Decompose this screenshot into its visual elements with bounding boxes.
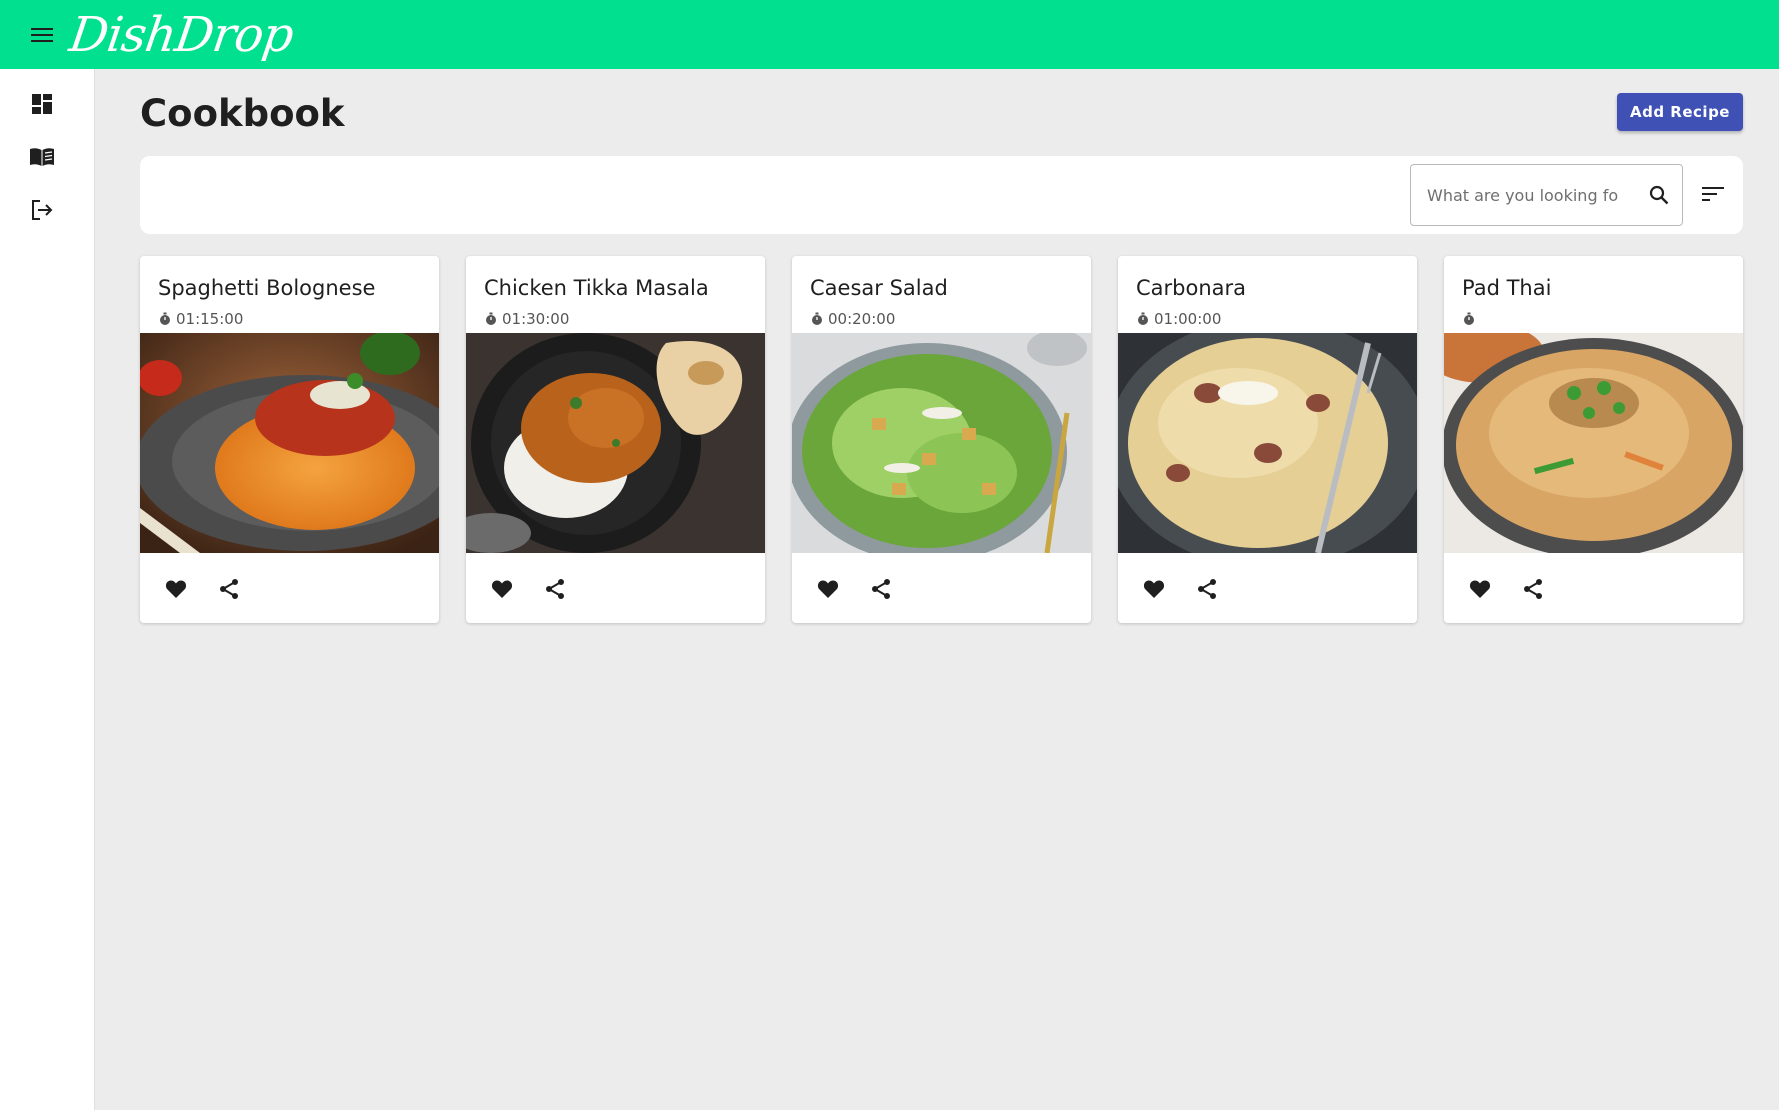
recipe-time-value: 01:15:00 xyxy=(176,310,244,328)
recipe-title: Chicken Tikka Masala xyxy=(484,276,709,300)
recipe-image[interactable] xyxy=(1444,333,1743,553)
recipe-title: Carbonara xyxy=(1136,276,1247,300)
recipe-time-value: 01:30:00 xyxy=(502,310,570,328)
carbonara-photo xyxy=(1118,333,1417,553)
dashboard-icon xyxy=(32,94,52,114)
app-logo[interactable]: DishDrop xyxy=(66,7,296,63)
recipe-title: Caesar Salad xyxy=(810,276,948,300)
filter-bar xyxy=(140,156,1743,234)
heart-icon xyxy=(1143,580,1165,598)
search-icon xyxy=(1649,185,1669,205)
search-input[interactable] xyxy=(1427,185,1635,205)
page-title: Cookbook xyxy=(140,92,345,135)
menu-icon xyxy=(31,27,53,42)
share-button[interactable] xyxy=(1189,571,1225,607)
share-icon xyxy=(220,579,238,599)
favorite-button[interactable] xyxy=(484,571,520,607)
share-button[interactable] xyxy=(1515,571,1551,607)
share-button[interactable] xyxy=(863,571,899,607)
card-actions xyxy=(810,571,916,607)
timer-icon xyxy=(1136,312,1150,326)
recipe-title: Pad Thai xyxy=(1462,276,1552,300)
card-actions xyxy=(158,571,264,607)
logout-icon xyxy=(32,200,53,220)
timer-icon xyxy=(484,312,498,326)
spaghetti-bolognese-photo xyxy=(140,333,439,553)
sidebar-item-logout[interactable] xyxy=(22,190,62,230)
add-recipe-button[interactable]: Add Recipe xyxy=(1617,93,1743,131)
recipe-time: 00:20:00 xyxy=(810,310,895,328)
share-button[interactable] xyxy=(211,571,247,607)
share-icon xyxy=(1524,579,1542,599)
recipe-card[interactable]: Spaghetti Bolognese 01:15:00 xyxy=(140,256,439,623)
cookbook-icon xyxy=(30,148,54,166)
card-actions xyxy=(1136,571,1242,607)
heart-icon xyxy=(1469,580,1491,598)
recipe-time: 01:00:00 xyxy=(1136,310,1221,328)
favorite-button[interactable] xyxy=(158,571,194,607)
chicken-tikka-masala-photo xyxy=(466,333,765,553)
heart-icon xyxy=(817,580,839,598)
recipe-time: 01:30:00 xyxy=(484,310,569,328)
card-actions xyxy=(484,571,590,607)
share-icon xyxy=(872,579,890,599)
recipe-card[interactable]: Pad Thai xyxy=(1444,256,1743,623)
recipe-card[interactable]: Caesar Salad 00:20:00 xyxy=(792,256,1091,623)
sidebar-item-dashboard[interactable] xyxy=(22,84,62,124)
timer-icon xyxy=(810,312,824,326)
share-icon xyxy=(1198,579,1216,599)
recipe-image[interactable] xyxy=(466,333,765,553)
card-actions xyxy=(1462,571,1568,607)
main-content: Cookbook Add Recipe Spaghetti Bolognese xyxy=(96,69,1779,1110)
favorite-button[interactable] xyxy=(1462,571,1498,607)
recipe-image[interactable] xyxy=(140,333,439,553)
menu-button[interactable] xyxy=(22,15,62,55)
pad-thai-photo xyxy=(1444,333,1743,553)
sort-button[interactable] xyxy=(1695,176,1731,212)
recipe-time-value: 01:00:00 xyxy=(1154,310,1222,328)
sort-icon xyxy=(1702,187,1724,201)
sidebar-item-cookbook[interactable] xyxy=(22,137,62,177)
recipe-card[interactable]: Carbonara 01:00:00 xyxy=(1118,256,1417,623)
recipe-image[interactable] xyxy=(792,333,1091,553)
search-button[interactable] xyxy=(1643,179,1675,211)
timer-icon xyxy=(1462,312,1476,326)
recipe-time: 01:15:00 xyxy=(158,310,243,328)
app-bar: DishDrop xyxy=(0,0,1779,69)
search-field[interactable] xyxy=(1410,164,1683,226)
heart-icon xyxy=(165,580,187,598)
share-button[interactable] xyxy=(537,571,573,607)
share-icon xyxy=(546,579,564,599)
timer-icon xyxy=(158,312,172,326)
recipe-title: Spaghetti Bolognese xyxy=(158,276,376,300)
recipe-card[interactable]: Chicken Tikka Masala 01:30:00 xyxy=(466,256,765,623)
favorite-button[interactable] xyxy=(1136,571,1172,607)
caesar-salad-photo xyxy=(792,333,1091,553)
heart-icon xyxy=(491,580,513,598)
recipe-time xyxy=(1462,310,1480,328)
recipe-image[interactable] xyxy=(1118,333,1417,553)
sidebar xyxy=(0,69,95,1110)
recipe-time-value: 00:20:00 xyxy=(828,310,896,328)
favorite-button[interactable] xyxy=(810,571,846,607)
